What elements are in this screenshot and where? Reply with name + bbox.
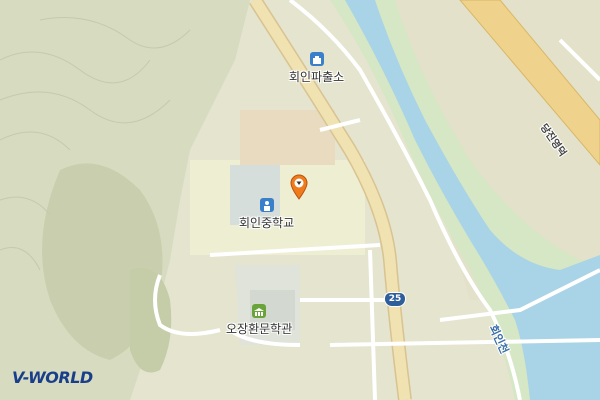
- route-shield: 25: [384, 292, 406, 307]
- vworld-logo: V-WORLD: [12, 368, 93, 387]
- poi-label: 회인파출소: [289, 70, 345, 84]
- poi-museum[interactable]: 오장환문학관: [226, 304, 292, 337]
- police-icon: [309, 52, 324, 66]
- poi-label: 오장환문학관: [226, 322, 293, 336]
- poi-police-station[interactable]: 회인파출소: [289, 52, 344, 85]
- location-pin-icon[interactable]: [288, 174, 310, 200]
- poi-school[interactable]: 회인중학교: [239, 198, 294, 231]
- museum-icon: [252, 304, 267, 318]
- school-icon: [259, 198, 274, 212]
- poi-label: 회인중학교: [239, 216, 295, 230]
- map-canvas[interactable]: 회인파출소 회인중학교 오장환문학관 25 당진영덕 회인천 V-WORLD: [0, 0, 600, 400]
